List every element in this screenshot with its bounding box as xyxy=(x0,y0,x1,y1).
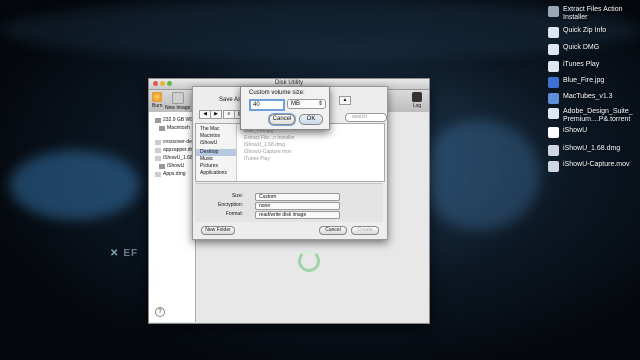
format-row: Format: read/write disk image xyxy=(195,211,383,219)
disk-sidebar: 232.9 GB WD Macintosh crossover-de appza… xyxy=(149,112,196,322)
unit-select[interactable]: MB ⇕ xyxy=(287,99,326,109)
size-row: Size: Custom xyxy=(195,193,383,201)
popover-ok-button[interactable]: OK xyxy=(299,114,323,125)
file-item[interactable]: iShowU-Capture.mov xyxy=(244,149,304,156)
place-item[interactable]: Applications xyxy=(196,170,236,177)
size-label: Size: xyxy=(231,193,243,199)
encryption-row: Encryption: none xyxy=(195,202,383,210)
automator-action-icon xyxy=(548,6,559,17)
encryption-select[interactable]: none xyxy=(255,202,340,210)
desktop-icon-ishowu-dmg[interactable]: iShowU_1.68.dmg xyxy=(548,145,620,156)
unit-value: MB xyxy=(291,101,300,107)
image-file-icon xyxy=(548,77,559,88)
app-icon xyxy=(548,127,559,138)
places-sidebar: The Mac Macintos iShowU Desktop Music Pi… xyxy=(196,124,237,181)
progress-spinner-icon xyxy=(298,250,320,272)
wallpaper-glow xyxy=(10,150,140,220)
log-icon xyxy=(412,92,422,102)
hard-disk-icon xyxy=(155,117,161,123)
create-button[interactable]: Create xyxy=(351,226,379,235)
place-item[interactable]: Macintos xyxy=(196,133,236,140)
disk-image-icon xyxy=(155,171,161,177)
volume-size-input[interactable]: 40 xyxy=(249,99,285,111)
new-image-icon xyxy=(171,92,184,104)
sidebar-item[interactable]: 232.9 GB WD xyxy=(149,116,195,124)
desktop-icon-ishowu[interactable]: iShowU xyxy=(548,127,587,138)
sidebar-item[interactable]: iShowU_1.68 xyxy=(149,154,195,162)
document-icon xyxy=(548,27,559,38)
burn-icon xyxy=(152,92,163,102)
search-field[interactable]: search xyxy=(345,113,387,122)
chevron-up-down-icon: ⇕ xyxy=(317,101,323,107)
encryption-label: Encryption: xyxy=(217,202,243,208)
file-item[interactable]: iShowU_1.68.dmg xyxy=(244,142,304,149)
torrent-file-icon xyxy=(548,108,559,119)
desktop-icon-blue-fire[interactable]: Blue_Fire.jpg xyxy=(548,77,604,88)
volume-icon xyxy=(159,163,165,169)
document-icon xyxy=(548,44,559,55)
sidebar-item[interactable]: Macintosh xyxy=(149,124,195,132)
desktop-icon-adobe-torrent[interactable]: Adobe_Design_Suite_ Premium....P&.torrent xyxy=(548,108,633,124)
wallpaper-glow xyxy=(420,120,540,230)
help-button[interactable]: ? xyxy=(155,307,165,317)
disk-image-icon xyxy=(155,147,161,153)
desktop-icon-extract-files[interactable]: Extract Files Action Installer xyxy=(548,6,623,22)
size-select[interactable]: Custom xyxy=(255,193,340,201)
expand-toggle-button[interactable]: ▲ xyxy=(339,96,351,105)
file-list: Blue_Fire.jpg Extract File...n Installer… xyxy=(244,128,304,163)
file-item[interactable]: iTunes Play xyxy=(244,156,304,163)
image-options: Size: Custom Encryption: none Format: re… xyxy=(195,183,383,222)
movie-file-icon xyxy=(548,161,559,172)
app-icon xyxy=(548,93,559,104)
log-button[interactable]: Log xyxy=(412,92,422,109)
burn-button[interactable]: Burn xyxy=(152,92,163,109)
format-label: Format: xyxy=(225,211,243,217)
desktop-icon-ishowu-capture[interactable]: iShowU-Capture.mov xyxy=(548,161,630,172)
format-select[interactable]: read/write disk image xyxy=(255,211,340,219)
wallpaper-glow xyxy=(0,0,640,60)
place-item[interactable]: Pictures xyxy=(196,163,236,170)
desktop-icon-itunes-play[interactable]: iTunes Play xyxy=(548,61,599,72)
new-folder-button[interactable]: New Folder xyxy=(201,226,235,235)
wallpaper-brand: ✕ EF xyxy=(110,248,139,259)
file-item[interactable]: Extract File...n Installer xyxy=(244,135,304,142)
file-browser: The Mac Macintos iShowU Desktop Music Pi… xyxy=(195,123,385,182)
disk-image-icon xyxy=(155,139,161,145)
document-icon xyxy=(548,61,559,72)
custom-size-popover: Custom volume size: 40 MB ⇕ Cancel OK xyxy=(240,86,330,130)
sidebar-item[interactable]: crossover-de xyxy=(149,138,195,146)
cancel-button[interactable]: Cancel xyxy=(319,226,347,235)
new-image-button[interactable]: New Image xyxy=(165,92,190,111)
sidebar-item[interactable]: appzapper.dn xyxy=(149,146,195,154)
volume-icon xyxy=(159,125,165,131)
desktop-icon-mactubes[interactable]: MacTubes_v1.3 xyxy=(548,93,613,104)
sidebar-item[interactable]: Apps.dmg xyxy=(149,170,195,178)
custom-size-heading: Custom volume size: xyxy=(249,90,305,96)
desktop-icon-quick-zip[interactable]: Quick Zip Info xyxy=(548,27,606,38)
forward-button[interactable]: ▶ xyxy=(210,110,222,119)
disk-image-icon xyxy=(548,145,559,156)
desktop-icon-quick-dmg[interactable]: Quick DMG xyxy=(548,44,599,55)
sidebar-item[interactable]: iShowU xyxy=(149,162,195,170)
place-item[interactable]: iShowU xyxy=(196,140,236,147)
place-item-selected[interactable]: Desktop xyxy=(196,149,236,156)
disk-image-icon xyxy=(155,155,161,161)
popover-cancel-button[interactable]: Cancel xyxy=(269,114,295,125)
place-item[interactable]: The Mac xyxy=(196,126,236,133)
place-item[interactable]: Music xyxy=(196,156,236,163)
